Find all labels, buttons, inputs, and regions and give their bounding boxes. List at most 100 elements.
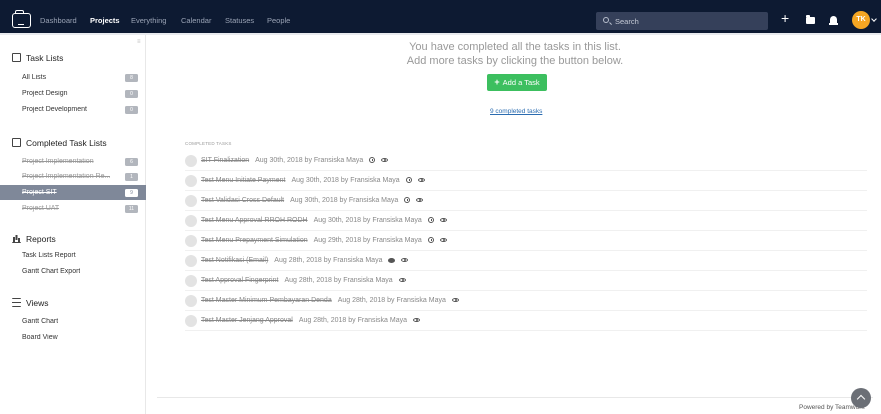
- nav-everything[interactable]: Everything: [131, 16, 166, 25]
- search-icon: [603, 17, 609, 23]
- sidebar-item-all-lists[interactable]: All Lists 8: [0, 70, 146, 85]
- clock-icon[interactable]: [427, 217, 434, 223]
- reports-heading: Reports: [12, 234, 56, 244]
- task-content: SIT Finalization Aug 30th, 2018 by Fransi…: [201, 157, 389, 164]
- nav-dashboard[interactable]: Dashboard: [40, 16, 77, 25]
- sidebar-item-board-view[interactable]: Board View: [0, 330, 146, 345]
- clipboard-icon: [12, 53, 21, 62]
- task-row[interactable]: Test Master Minimum Pembayaran Denda Aug …: [185, 291, 867, 311]
- task-name[interactable]: Test Approval Fingerprint: [201, 277, 278, 284]
- task-content: Test Master Minimum Pembayaran Denda Aug …: [201, 297, 459, 304]
- eye-icon[interactable]: [439, 238, 447, 242]
- sidebar-item-gantt-chart[interactable]: Gantt Chart: [0, 314, 146, 329]
- task-content: Test Menu Approval RROH RODH Aug 30th, 20…: [201, 217, 447, 224]
- clock-icon[interactable]: [405, 177, 412, 183]
- completed-task-lists-heading: Completed Task Lists: [12, 138, 107, 148]
- task-checkbox[interactable]: [185, 215, 197, 227]
- task-checkbox[interactable]: [185, 175, 197, 187]
- bell-icon[interactable]: [829, 16, 838, 25]
- eye-icon[interactable]: [451, 298, 459, 302]
- sidebar-item-project-uat[interactable]: Project UAT 11: [0, 201, 146, 216]
- count-badge: 0: [125, 90, 138, 98]
- count-badge: 1: [125, 173, 138, 181]
- task-row[interactable]: Test Validasi Cross Default Aug 30th, 201…: [185, 191, 867, 211]
- task-meta: Aug 28th, 2018 by Fransiska Maya: [284, 277, 393, 284]
- nav-statuses[interactable]: Statuses: [225, 16, 254, 25]
- task-row[interactable]: Test Master Jenjang Approval Aug 28th, 20…: [185, 311, 867, 331]
- chevron-down-icon[interactable]: [871, 16, 877, 22]
- task-name[interactable]: Test Validasi Cross Default: [201, 197, 284, 204]
- task-name[interactable]: Test Menu Prepayment Simulation: [201, 237, 308, 244]
- eye-icon[interactable]: [398, 278, 406, 282]
- nav-projects[interactable]: Projects: [90, 16, 120, 25]
- count-badge: 0: [125, 106, 138, 114]
- count-badge: 8: [125, 74, 138, 82]
- count-badge: 11: [125, 205, 138, 213]
- folder-icon[interactable]: [806, 15, 815, 24]
- sidebar-item-task-lists-report[interactable]: Task Lists Report: [0, 248, 146, 263]
- avatar[interactable]: TK: [852, 11, 870, 29]
- eye-icon[interactable]: [439, 218, 447, 222]
- task-row[interactable]: Test Menu Prepayment Simulation Aug 29th,…: [185, 231, 867, 251]
- task-checkbox[interactable]: [185, 255, 197, 267]
- clock-icon[interactable]: [427, 237, 434, 243]
- task-checkbox[interactable]: [185, 235, 197, 247]
- task-checkbox[interactable]: [185, 195, 197, 207]
- add-icon[interactable]: +: [781, 11, 789, 25]
- search-placeholder: Search: [615, 17, 639, 26]
- clock-icon[interactable]: [404, 197, 411, 203]
- sidebar-item-project-implementation-re[interactable]: Project Implementation Re... 1: [0, 169, 146, 184]
- add-task-button[interactable]: + Add a Task: [487, 74, 547, 91]
- scroll-to-top-icon[interactable]: [851, 388, 871, 408]
- task-content: Test Menu Initiate Payment Aug 30th, 2018…: [201, 177, 425, 184]
- task-row[interactable]: Test Approval Fingerprint Aug 28th, 2018 …: [185, 271, 867, 291]
- sidebar-item-project-sit[interactable]: Project SIT 9: [0, 185, 146, 200]
- task-row[interactable]: Test Notifikasi (Email) Aug 28th, 2018 by…: [185, 251, 867, 271]
- nav-people[interactable]: People: [267, 16, 290, 25]
- comment-icon[interactable]: [388, 258, 396, 263]
- eye-icon[interactable]: [401, 258, 409, 262]
- task-name[interactable]: Test Notifikasi (Email): [201, 257, 268, 264]
- sidebar-item-project-development[interactable]: Project Development 0: [0, 102, 146, 117]
- eye-icon[interactable]: [413, 318, 420, 322]
- task-name[interactable]: Test Menu Initiate Payment: [201, 177, 285, 184]
- task-lists-heading: Task Lists: [12, 53, 63, 63]
- task-name[interactable]: SIT Finalization: [201, 157, 249, 164]
- task-meta: Aug 28th, 2018 by Fransiska Maya: [337, 297, 446, 304]
- task-checkbox[interactable]: [185, 315, 197, 327]
- nav-calendar[interactable]: Calendar: [181, 16, 211, 25]
- task-row[interactable]: SIT Finalization Aug 30th, 2018 by Fransi…: [185, 151, 867, 171]
- task-meta: Aug 29th, 2018 by Fransiska Maya: [313, 237, 422, 244]
- plus-icon: +: [494, 77, 500, 87]
- sidebar-item-project-implementation[interactable]: Project Implementation 6: [0, 154, 146, 169]
- teamwork-logo-icon[interactable]: [12, 10, 31, 28]
- task-checkbox[interactable]: [185, 275, 197, 287]
- task-content: Test Menu Prepayment Simulation Aug 29th,…: [201, 237, 447, 244]
- task-content: Test Master Jenjang Approval Aug 28th, 20…: [201, 317, 420, 324]
- sidebar-item-gantt-chart-export[interactable]: Gantt Chart Export: [0, 264, 146, 279]
- task-checkbox[interactable]: [185, 155, 197, 167]
- sidebar: ≡ Task Lists All Lists 8 Project Design …: [0, 35, 146, 414]
- eye-icon[interactable]: [381, 158, 389, 162]
- bar-chart-icon: [12, 234, 21, 243]
- eye-icon[interactable]: [417, 178, 425, 182]
- completed-tasks-link[interactable]: 9 completed tasks: [490, 108, 542, 115]
- task-name[interactable]: Test Master Jenjang Approval: [201, 317, 293, 324]
- task-row[interactable]: Test Menu Approval RROH RODH Aug 30th, 20…: [185, 211, 867, 231]
- count-badge: 9: [125, 189, 138, 197]
- task-content: Test Approval Fingerprint Aug 28th, 2018 …: [201, 277, 406, 284]
- sidebar-item-project-design[interactable]: Project Design 0: [0, 86, 146, 101]
- task-meta: Aug 30th, 2018 by Fransiska Maya: [290, 197, 399, 204]
- search-input[interactable]: Search: [596, 12, 768, 30]
- task-name[interactable]: Test Master Minimum Pembayaran Denda: [201, 297, 332, 304]
- count-badge: 6: [125, 158, 138, 166]
- clock-icon[interactable]: [369, 157, 376, 163]
- collapse-sidebar-icon[interactable]: ≡: [137, 39, 141, 45]
- task-name[interactable]: Test Menu Approval RROH RODH: [201, 217, 308, 224]
- main-content: You have completed all the tasks in this…: [147, 35, 881, 414]
- task-checkbox[interactable]: [185, 295, 197, 307]
- eye-icon[interactable]: [416, 198, 424, 202]
- task-row[interactable]: Test Menu Initiate Payment Aug 30th, 2018…: [185, 171, 867, 191]
- task-meta: Aug 28th, 2018 by Fransiska Maya: [274, 257, 383, 264]
- clipboard-check-icon: [12, 138, 21, 147]
